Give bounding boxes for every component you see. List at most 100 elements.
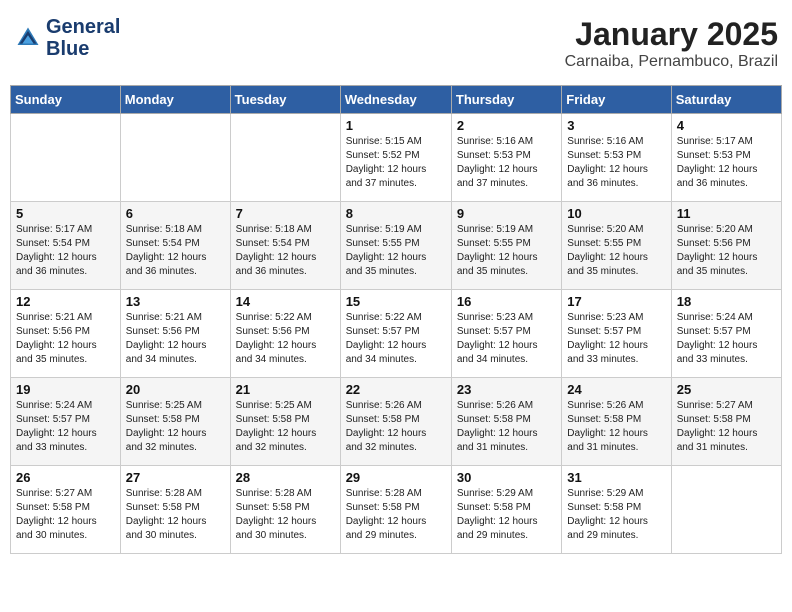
day-info: Sunrise: 5:25 AMSunset: 5:58 PMDaylight:…	[126, 399, 225, 455]
day-number: 21	[236, 382, 335, 397]
day-number: 11	[677, 206, 776, 221]
calendar-cell: 12 Sunrise: 5:21 AMSunset: 5:56 PMDayligh…	[11, 290, 121, 378]
day-info: Sunrise: 5:25 AMSunset: 5:58 PMDaylight:…	[236, 399, 335, 455]
page-header: General Blue January 2025 Carnaiba, Pern…	[10, 10, 782, 77]
calendar-week-row-5: 26 Sunrise: 5:27 AMSunset: 5:58 PMDayligh…	[11, 466, 782, 554]
day-info: Sunrise: 5:28 AMSunset: 5:58 PMDaylight:…	[126, 487, 225, 543]
calendar-cell: 29 Sunrise: 5:28 AMSunset: 5:58 PMDayligh…	[340, 466, 451, 554]
calendar-cell: 20 Sunrise: 5:25 AMSunset: 5:58 PMDayligh…	[120, 378, 230, 466]
calendar-cell: 24 Sunrise: 5:26 AMSunset: 5:58 PMDayligh…	[562, 378, 671, 466]
calendar-cell: 18Sunrise: 5:24 AMSunset: 5:57 PMDayligh…	[671, 290, 781, 378]
day-info: Sunrise: 5:16 AMSunset: 5:53 PMDaylight:…	[457, 135, 556, 191]
day-number: 20	[126, 382, 225, 397]
calendar-cell: 11 Sunrise: 5:20 AMSunset: 5:56 PMDayligh…	[671, 202, 781, 290]
day-number: 23	[457, 382, 556, 397]
day-number: 1	[346, 118, 446, 133]
calendar-week-row-1: 1 Sunrise: 5:15 AMSunset: 5:52 PMDaylight…	[11, 114, 782, 202]
calendar-cell: 15Sunrise: 5:22 AMSunset: 5:57 PMDayligh…	[340, 290, 451, 378]
calendar-cell: 4Sunrise: 5:17 AMSunset: 5:53 PMDaylight…	[671, 114, 781, 202]
day-info: Sunrise: 5:24 AMSunset: 5:57 PMDaylight:…	[16, 399, 115, 455]
day-info: Sunrise: 5:29 AMSunset: 5:58 PMDaylight:…	[457, 487, 556, 543]
day-number: 12	[16, 294, 115, 309]
calendar-cell: 6Sunrise: 5:18 AMSunset: 5:54 PMDaylight…	[120, 202, 230, 290]
day-info: Sunrise: 5:19 AMSunset: 5:55 PMDaylight:…	[457, 223, 556, 279]
day-number: 9	[457, 206, 556, 221]
calendar-cell: 13Sunrise: 5:21 AMSunset: 5:56 PMDayligh…	[120, 290, 230, 378]
day-info: Sunrise: 5:20 AMSunset: 5:55 PMDaylight:…	[567, 223, 665, 279]
day-number: 7	[236, 206, 335, 221]
day-info: Sunrise: 5:28 AMSunset: 5:58 PMDaylight:…	[236, 487, 335, 543]
calendar-cell: 14 Sunrise: 5:22 AMSunset: 5:56 PMDayligh…	[230, 290, 340, 378]
location-title: Carnaiba, Pernambuco, Brazil	[565, 53, 778, 71]
calendar-cell: 21 Sunrise: 5:25 AMSunset: 5:58 PMDayligh…	[230, 378, 340, 466]
calendar-cell: 31 Sunrise: 5:29 AMSunset: 5:58 PMDayligh…	[562, 466, 671, 554]
day-number: 29	[346, 470, 446, 485]
day-info: Sunrise: 5:17 AMSunset: 5:53 PMDaylight:…	[677, 135, 776, 191]
calendar-cell	[120, 114, 230, 202]
calendar-cell: 26 Sunrise: 5:27 AMSunset: 5:58 PMDayligh…	[11, 466, 121, 554]
col-sunday: Sunday	[11, 86, 121, 114]
day-info: Sunrise: 5:26 AMSunset: 5:58 PMDaylight:…	[346, 399, 446, 455]
calendar-cell	[230, 114, 340, 202]
day-number: 13	[126, 294, 225, 309]
day-number: 26	[16, 470, 115, 485]
day-info: Sunrise: 5:23 AMSunset: 5:57 PMDaylight:…	[457, 311, 556, 367]
logo-line1: General	[46, 16, 120, 38]
day-info: Sunrise: 5:15 AMSunset: 5:52 PMDaylight:…	[346, 135, 446, 191]
calendar-cell	[671, 466, 781, 554]
day-info: Sunrise: 5:20 AMSunset: 5:56 PMDaylight:…	[677, 223, 776, 279]
calendar-cell: 9 Sunrise: 5:19 AMSunset: 5:55 PMDaylight…	[451, 202, 561, 290]
day-number: 31	[567, 470, 665, 485]
day-number: 14	[236, 294, 335, 309]
calendar-cell: 3Sunrise: 5:16 AMSunset: 5:53 PMDaylight…	[562, 114, 671, 202]
day-number: 25	[677, 382, 776, 397]
day-number: 3	[567, 118, 665, 133]
day-number: 19	[16, 382, 115, 397]
calendar-cell: 27 Sunrise: 5:28 AMSunset: 5:58 PMDayligh…	[120, 466, 230, 554]
day-info: Sunrise: 5:23 AMSunset: 5:57 PMDaylight:…	[567, 311, 665, 367]
calendar-cell: 16 Sunrise: 5:23 AMSunset: 5:57 PMDayligh…	[451, 290, 561, 378]
calendar-week-row-3: 12 Sunrise: 5:21 AMSunset: 5:56 PMDayligh…	[11, 290, 782, 378]
day-number: 30	[457, 470, 556, 485]
col-tuesday: Tuesday	[230, 86, 340, 114]
col-saturday: Saturday	[671, 86, 781, 114]
calendar-cell: 30 Sunrise: 5:29 AMSunset: 5:58 PMDayligh…	[451, 466, 561, 554]
day-number: 28	[236, 470, 335, 485]
logo: General Blue	[14, 16, 120, 60]
day-info: Sunrise: 5:21 AMSunset: 5:56 PMDaylight:…	[16, 311, 115, 367]
month-title: January 2025	[565, 16, 778, 53]
day-info: Sunrise: 5:27 AMSunset: 5:58 PMDaylight:…	[16, 487, 115, 543]
calendar-cell: 25Sunrise: 5:27 AMSunset: 5:58 PMDayligh…	[671, 378, 781, 466]
day-info: Sunrise: 5:26 AMSunset: 5:58 PMDaylight:…	[567, 399, 665, 455]
calendar-cell: 7 Sunrise: 5:18 AMSunset: 5:54 PMDaylight…	[230, 202, 340, 290]
calendar-header-row: Sunday Monday Tuesday Wednesday Thursday…	[11, 86, 782, 114]
calendar-cell: 5 Sunrise: 5:17 AMSunset: 5:54 PMDaylight…	[11, 202, 121, 290]
logo-line2: Blue	[46, 38, 89, 60]
calendar-cell: 1 Sunrise: 5:15 AMSunset: 5:52 PMDaylight…	[340, 114, 451, 202]
day-info: Sunrise: 5:29 AMSunset: 5:58 PMDaylight:…	[567, 487, 665, 543]
logo-text: General Blue	[46, 16, 120, 60]
day-number: 16	[457, 294, 556, 309]
calendar-week-row-2: 5 Sunrise: 5:17 AMSunset: 5:54 PMDaylight…	[11, 202, 782, 290]
calendar-cell: 22Sunrise: 5:26 AMSunset: 5:58 PMDayligh…	[340, 378, 451, 466]
day-info: Sunrise: 5:22 AMSunset: 5:56 PMDaylight:…	[236, 311, 335, 367]
col-friday: Friday	[562, 86, 671, 114]
day-info: Sunrise: 5:17 AMSunset: 5:54 PMDaylight:…	[16, 223, 115, 279]
day-info: Sunrise: 5:18 AMSunset: 5:54 PMDaylight:…	[126, 223, 225, 279]
calendar-cell: 28 Sunrise: 5:28 AMSunset: 5:58 PMDayligh…	[230, 466, 340, 554]
day-number: 8	[346, 206, 446, 221]
day-number: 2	[457, 118, 556, 133]
day-number: 27	[126, 470, 225, 485]
day-info: Sunrise: 5:28 AMSunset: 5:58 PMDaylight:…	[346, 487, 446, 543]
day-number: 18	[677, 294, 776, 309]
day-info: Sunrise: 5:18 AMSunset: 5:54 PMDaylight:…	[236, 223, 335, 279]
calendar-week-row-4: 19 Sunrise: 5:24 AMSunset: 5:57 PMDayligh…	[11, 378, 782, 466]
title-block: January 2025 Carnaiba, Pernambuco, Brazi…	[565, 16, 778, 71]
day-info: Sunrise: 5:26 AMSunset: 5:58 PMDaylight:…	[457, 399, 556, 455]
day-number: 17	[567, 294, 665, 309]
calendar-cell: 19 Sunrise: 5:24 AMSunset: 5:57 PMDayligh…	[11, 378, 121, 466]
col-monday: Monday	[120, 86, 230, 114]
day-number: 5	[16, 206, 115, 221]
day-number: 24	[567, 382, 665, 397]
calendar-cell: 10Sunrise: 5:20 AMSunset: 5:55 PMDayligh…	[562, 202, 671, 290]
